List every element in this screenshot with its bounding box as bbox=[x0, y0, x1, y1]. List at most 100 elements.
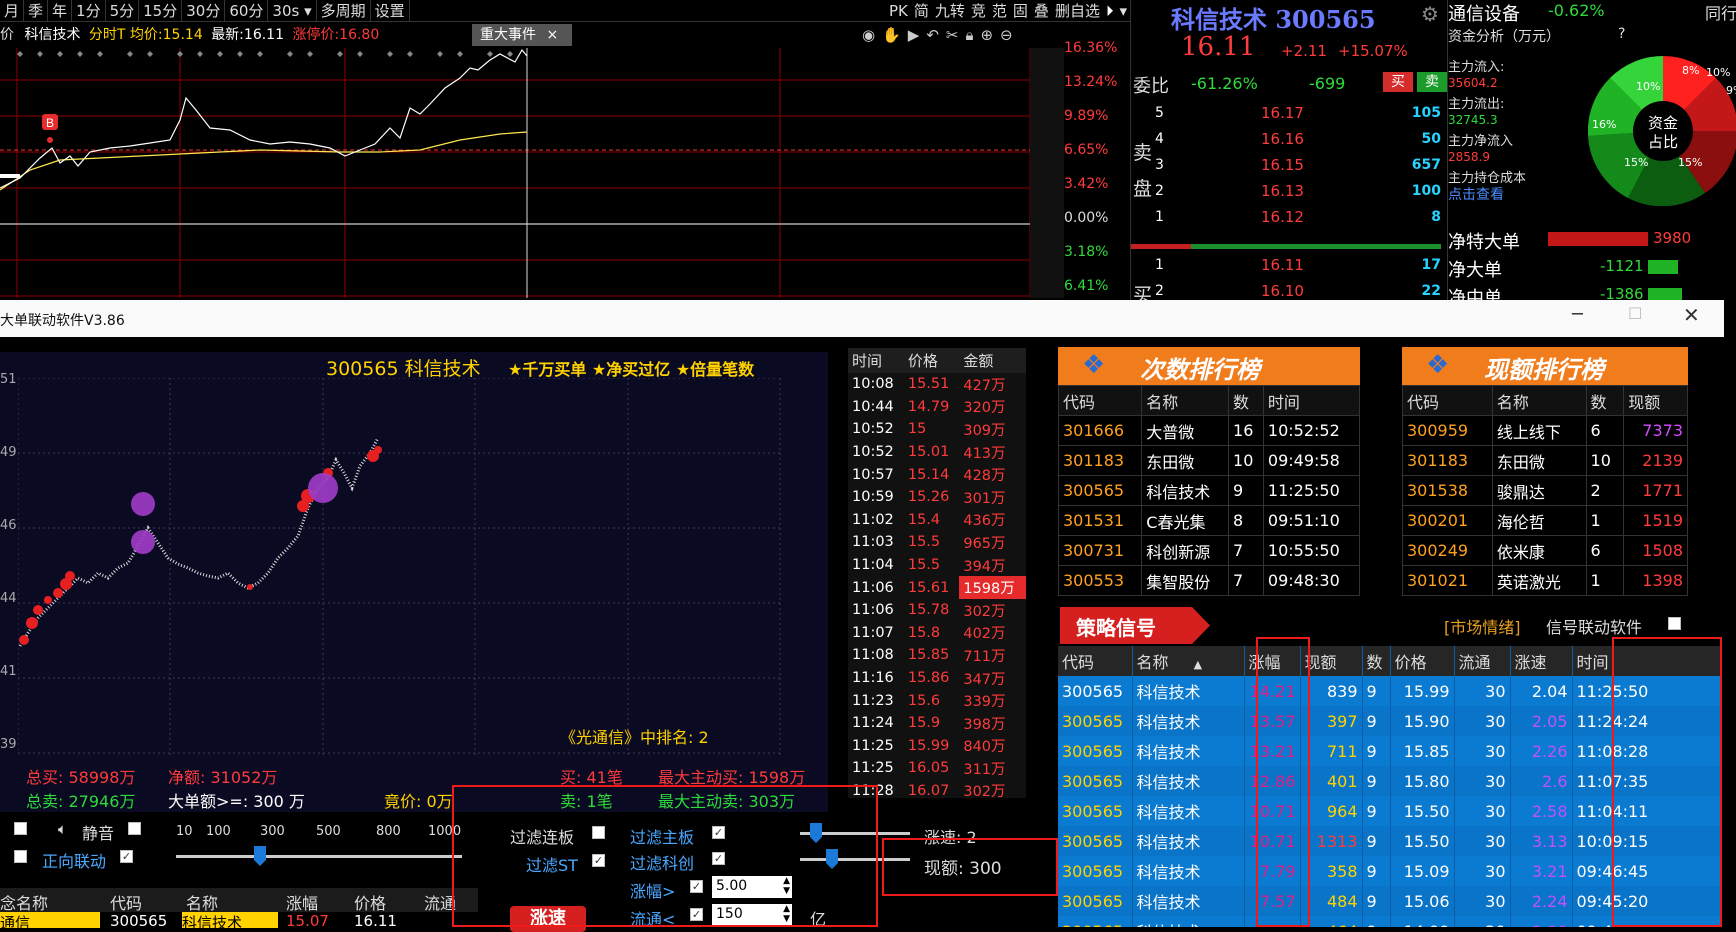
trade-row[interactable]: 11:25 15.99 840万 bbox=[848, 735, 1026, 758]
strategy-tab[interactable]: 策略信号 bbox=[1060, 607, 1210, 644]
eye-icon[interactable]: ◉ bbox=[862, 26, 882, 44]
chevron-down-icon[interactable]: ▾ bbox=[1116, 0, 1130, 21]
col-time[interactable]: 时间 bbox=[1262, 385, 1361, 416]
amount-rank-row[interactable]: 301538 骏鼎达 2 1771 bbox=[1402, 475, 1688, 506]
trade-row[interactable]: 11:25 16.05 311万 bbox=[848, 757, 1026, 780]
kline-chart[interactable] bbox=[18, 378, 783, 756]
count-rank-row[interactable]: 301183 东田微 10 09:49:58 bbox=[1057, 445, 1361, 476]
amount-rank-row[interactable]: 300201 海伦哲 1 1519 bbox=[1402, 505, 1688, 536]
remove-watchlist-button[interactable]: 删自选 bbox=[1052, 0, 1103, 21]
play-icon[interactable]: ▶ bbox=[908, 26, 927, 44]
trade-row[interactable]: 11:16 15.86 347万 bbox=[848, 667, 1026, 690]
mute-checkbox[interactable] bbox=[128, 822, 141, 835]
trade-row[interactable]: 11:24 15.9 398万 bbox=[848, 712, 1026, 735]
period-season[interactable]: 季 bbox=[24, 0, 49, 21]
bottom-table-row[interactable]: 通信 300565 科信技术 15.07 16.11 bbox=[0, 912, 478, 928]
period-1min[interactable]: 1分 bbox=[72, 0, 106, 21]
amount-rank-row[interactable]: 301021 英诺激光 1 1398 bbox=[1402, 565, 1688, 596]
trade-row[interactable]: 11:06 15.61 1598万 bbox=[848, 576, 1026, 599]
col-amount[interactable]: 现额 bbox=[1623, 385, 1688, 416]
trade-row[interactable]: 11:23 15.6 339万 bbox=[848, 689, 1026, 712]
buy-button[interactable]: 买 bbox=[1383, 72, 1413, 92]
trade-row[interactable]: 11:02 15.4 436万 bbox=[848, 509, 1026, 532]
count-rank-row[interactable]: 300565 科信技术 9 11:25:50 bbox=[1057, 475, 1361, 506]
period-60min[interactable]: 60分 bbox=[225, 0, 269, 21]
minimize-icon[interactable]: ─ bbox=[1572, 304, 1583, 325]
col-code[interactable]: 代码 bbox=[1057, 385, 1143, 416]
col-name[interactable]: 名称 ▲ bbox=[1132, 646, 1245, 676]
zoom-out-icon[interactable]: ⊖ bbox=[1000, 26, 1020, 44]
period-year[interactable]: 年 bbox=[48, 0, 73, 21]
gear-icon[interactable]: ⚙ bbox=[1421, 2, 1439, 26]
nine-turn-button[interactable]: 九转 bbox=[932, 0, 968, 21]
col-name[interactable]: 名称 bbox=[186, 890, 218, 914]
count-rank-row[interactable]: 301666 大普微 16 10:52:52 bbox=[1057, 415, 1361, 446]
b-marker[interactable]: B bbox=[42, 114, 58, 143]
trade-row[interactable]: 11:06 15.78 302万 bbox=[848, 599, 1026, 622]
col-name[interactable]: 名称 bbox=[1141, 385, 1230, 416]
period-month[interactable]: 月 bbox=[0, 0, 25, 21]
left-option2-checkbox[interactable] bbox=[14, 850, 27, 863]
event-tab[interactable]: 重大事件 × bbox=[472, 24, 572, 46]
market-sentiment-link[interactable]: [市场情绪] bbox=[1444, 614, 1521, 638]
trade-row[interactable]: 10:08 15.51 427万 bbox=[848, 373, 1026, 396]
period-30s-dropdown[interactable]: 30s ▾ bbox=[268, 0, 317, 21]
period-5min[interactable]: 5分 bbox=[106, 0, 140, 21]
maximize-icon[interactable]: ☐ bbox=[1628, 304, 1642, 323]
ask-row[interactable]: 2 16.13 100 bbox=[1151, 178, 1441, 204]
amount-slider[interactable] bbox=[176, 846, 462, 866]
trade-row[interactable]: 10:44 14.79 320万 bbox=[848, 396, 1026, 419]
sector-suffix[interactable]: 同行 bbox=[1705, 0, 1736, 24]
arrow-right-icon[interactable]: ⏵ bbox=[1103, 0, 1117, 21]
trade-row[interactable]: 11:04 15.5 394万 bbox=[848, 554, 1026, 577]
col-price[interactable]: 价格 bbox=[1390, 646, 1455, 676]
col-float[interactable]: 流通 bbox=[1454, 646, 1511, 676]
ask-row[interactable]: 4 16.16 50 bbox=[1151, 126, 1441, 152]
trade-row[interactable]: 10:52 15 309万 bbox=[848, 418, 1026, 441]
trade-row[interactable]: 11:03 15.5 965万 bbox=[848, 531, 1026, 554]
undo-icon[interactable]: ↶ bbox=[926, 26, 946, 44]
cost-link[interactable]: 点击查看 bbox=[1448, 184, 1504, 204]
scissors-icon[interactable]: ✂ bbox=[946, 26, 966, 44]
col-count[interactable]: 数 bbox=[1228, 385, 1264, 416]
col-code[interactable]: 代码 bbox=[1058, 646, 1133, 676]
ask-row[interactable]: 1 16.12 8 bbox=[1151, 204, 1441, 230]
hand-icon[interactable]: ✋ bbox=[882, 26, 908, 44]
bid-row[interactable]: 1 16.11 17 bbox=[1151, 252, 1441, 278]
trade-row[interactable]: 10:57 15.14 428万 bbox=[848, 463, 1026, 486]
zoom-in-icon[interactable]: ⊕ bbox=[980, 26, 1000, 44]
multi-period-button[interactable]: 多周期 bbox=[317, 0, 371, 21]
ask-row[interactable]: 5 16.17 105 bbox=[1151, 100, 1441, 126]
count-rank-row[interactable]: 300731 科创新源 7 10:55:50 bbox=[1057, 535, 1361, 566]
range-button[interactable]: 范 bbox=[989, 0, 1010, 21]
col-speed[interactable]: 涨速 bbox=[1510, 646, 1573, 676]
trade-row[interactable]: 11:08 15.85 711万 bbox=[848, 644, 1026, 667]
window-titlebar[interactable]: 大单联动软件V3.86 ─ ☐ ✕ bbox=[0, 300, 1724, 337]
slider-thumb[interactable] bbox=[254, 846, 266, 866]
col-code[interactable]: 代码 bbox=[110, 890, 142, 914]
trade-row[interactable]: 10:52 15.01 413万 bbox=[848, 441, 1026, 464]
count-rank-row[interactable]: 300553 集智股份 7 09:48:30 bbox=[1057, 565, 1361, 596]
col-concept[interactable]: 念名称 bbox=[0, 890, 48, 914]
sell-button[interactable]: 卖 bbox=[1417, 72, 1447, 92]
trade-row[interactable]: 11:07 15.8 402万 bbox=[848, 622, 1026, 645]
amount-rank-row[interactable]: 300249 依米康 6 1508 bbox=[1402, 535, 1688, 566]
left-option-checkbox[interactable] bbox=[14, 822, 27, 835]
close-icon[interactable]: × bbox=[546, 27, 558, 43]
ask-row[interactable]: 3 16.15 657 bbox=[1151, 152, 1441, 178]
intraday-chart[interactable]: B bbox=[0, 48, 1064, 298]
pk-button[interactable]: PK bbox=[886, 0, 911, 21]
lock-icon[interactable]: 🔒︎ bbox=[965, 26, 980, 44]
amount-rank-row[interactable]: 301183 东田微 10 2139 bbox=[1402, 445, 1688, 476]
col-count[interactable]: 数 bbox=[1362, 646, 1391, 676]
forward-link-checkbox[interactable] bbox=[120, 850, 133, 863]
simple-button[interactable]: 简 bbox=[911, 0, 932, 21]
count-rank-row[interactable]: 301531 C春光集 8 09:51:10 bbox=[1057, 505, 1361, 536]
trade-row[interactable]: 10:59 15.26 301万 bbox=[848, 486, 1026, 509]
auction-button[interactable]: 竞 bbox=[968, 0, 989, 21]
fund-donut-chart[interactable]: 资金 占比 8% 10% 9% 10% 16% 15% 15% bbox=[1588, 56, 1736, 206]
col-name[interactable]: 名称 bbox=[1491, 385, 1587, 416]
close-icon[interactable]: ✕ bbox=[1683, 303, 1700, 327]
amount-rank-row[interactable]: 300959 线上线下 6 7373 bbox=[1402, 415, 1688, 446]
period-30min[interactable]: 30分 bbox=[182, 0, 226, 21]
